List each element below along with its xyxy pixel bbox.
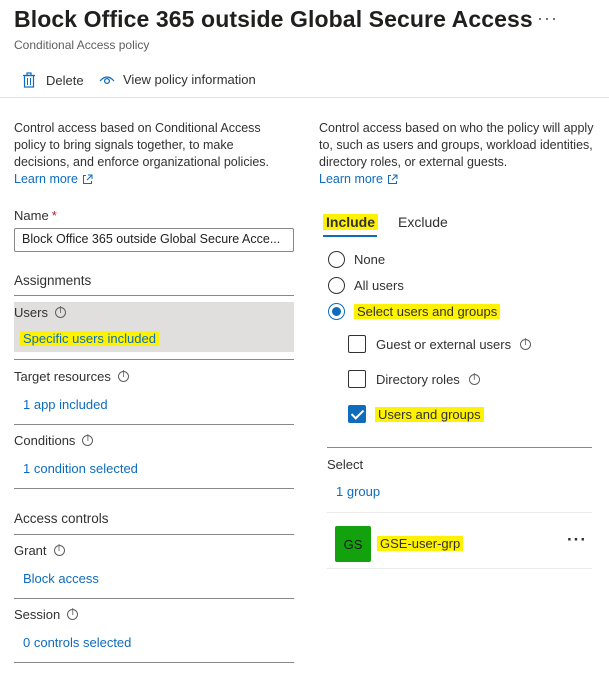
tab-include-label: Include — [323, 214, 379, 230]
checkbox-box — [348, 335, 366, 353]
checkbox-box — [348, 370, 366, 388]
radio-all-users[interactable]: All users — [328, 277, 404, 294]
checkbox-directory-roles[interactable]: Directory roles — [348, 370, 480, 388]
name-label: Name * — [14, 208, 57, 223]
conditions-label: Conditions — [14, 433, 94, 448]
divider — [327, 512, 592, 513]
more-options-button[interactable]: ··· — [537, 8, 558, 29]
trash-icon — [23, 72, 35, 88]
checkbox-users-and-groups-label: Users and groups — [375, 406, 484, 422]
users-label-text: Users — [14, 305, 48, 320]
toolbar-divider — [0, 97, 609, 98]
target-resources-label-text: Target resources — [14, 369, 111, 384]
tab-include-underline — [323, 235, 377, 237]
divider — [327, 447, 592, 448]
select-groups-link[interactable]: 1 group — [336, 484, 380, 499]
radio-circle-selected — [328, 303, 345, 320]
divider — [327, 568, 592, 569]
target-resources-label: Target resources — [14, 369, 129, 384]
checkbox-directory-roles-label: Directory roles — [376, 371, 460, 387]
checkbox-guest-or-external-users[interactable]: Guest or external users — [348, 335, 532, 353]
policy-name-value: Block Office 365 outside Global Secure A… — [22, 232, 281, 246]
users-value: Specific users included — [20, 331, 159, 346]
radio-none-label: None — [354, 252, 386, 267]
radio-circle — [328, 251, 345, 268]
conditions-link[interactable]: 1 condition selected — [23, 461, 138, 476]
access-controls-heading: Access controls — [14, 511, 109, 526]
view-policy-information-label: View policy information — [123, 72, 256, 87]
radio-all-users-label: All users — [354, 278, 404, 293]
radio-select-users-and-groups[interactable]: Select users and groups — [328, 303, 501, 320]
checkbox-guest-label: Guest or external users — [376, 336, 512, 352]
external-link-icon — [387, 174, 398, 184]
info-icon — [468, 373, 480, 385]
info-icon — [54, 306, 66, 318]
radio-none[interactable]: None — [328, 251, 385, 268]
assignments-heading: Assignments — [14, 273, 92, 288]
info-icon — [67, 608, 79, 620]
grant-label: Grant — [14, 543, 65, 558]
session-label-text: Session — [14, 607, 61, 622]
target-resources-link[interactable]: 1 app included — [23, 397, 108, 412]
session-label: Session — [14, 607, 79, 622]
name-label-text: Name — [14, 208, 49, 223]
divider — [14, 424, 294, 425]
group-name-label: GSE-user-grp — [377, 536, 464, 551]
avatar: GS — [335, 526, 371, 562]
divider — [14, 598, 294, 599]
delete-button[interactable]: Delete — [22, 72, 84, 88]
right-learn-more-link[interactable]: Learn more — [319, 171, 398, 188]
group-name: GSE-user-grp — [377, 536, 464, 551]
divider — [14, 359, 294, 360]
tab-exclude-label: Exclude — [398, 214, 448, 230]
external-link-icon — [82, 174, 93, 184]
users-value-link[interactable]: Specific users included — [20, 331, 159, 346]
divider — [14, 534, 294, 535]
radio-select-users-and-groups-label: Select users and groups — [354, 304, 501, 319]
required-marker: * — [51, 208, 57, 223]
conditions-label-text: Conditions — [14, 433, 76, 448]
divider — [14, 488, 294, 489]
info-icon — [520, 338, 532, 350]
page-subtitle: Conditional Access policy — [14, 38, 150, 52]
divider — [14, 295, 294, 296]
left-learn-more-label: Learn more — [14, 172, 78, 186]
grant-link[interactable]: Block access — [23, 571, 99, 586]
delete-label: Delete — [46, 72, 84, 88]
list-item: GS GSE-user-grp ··· — [327, 524, 592, 566]
checkbox-users-and-groups[interactable]: Users and groups — [348, 405, 484, 423]
select-label: Select — [327, 457, 364, 472]
users-label: Users — [14, 305, 66, 320]
eye-icon — [99, 75, 115, 84]
info-icon — [117, 370, 129, 382]
info-icon — [82, 434, 94, 446]
policy-name-input[interactable]: Block Office 365 outside Global Secure A… — [14, 228, 294, 252]
info-icon — [53, 544, 65, 556]
left-description-text: Control access based on Conditional Acce… — [14, 121, 270, 169]
tab-exclude[interactable]: Exclude — [398, 214, 448, 230]
view-policy-information-button[interactable]: View policy information — [99, 72, 256, 87]
group-more-options-button[interactable]: ··· — [567, 530, 587, 550]
left-learn-more-link[interactable]: Learn more — [14, 171, 93, 188]
page-title: Block Office 365 outside Global Secure A… — [14, 6, 533, 32]
tab-include[interactable]: Include — [323, 214, 379, 230]
right-learn-more-label: Learn more — [319, 172, 383, 186]
divider — [14, 662, 294, 663]
checkbox-checked-icon — [348, 405, 366, 423]
right-description-text: Control access based on who the policy w… — [319, 121, 594, 169]
radio-circle — [328, 277, 345, 294]
right-description: Control access based on who the policy w… — [319, 120, 594, 171]
grant-label-text: Grant — [14, 543, 47, 558]
left-description: Control access based on Conditional Acce… — [14, 120, 289, 171]
session-link[interactable]: 0 controls selected — [23, 635, 131, 650]
